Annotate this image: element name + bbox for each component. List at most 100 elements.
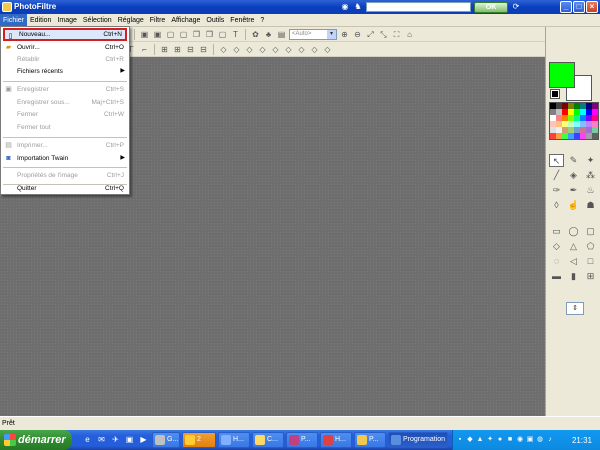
ellipse-icon[interactable]: ◯ xyxy=(566,225,581,238)
chevron-down-icon[interactable]: ▾ xyxy=(327,29,336,39)
menu-fenetre[interactable]: Fenêtre xyxy=(227,14,257,27)
grid-icon[interactable]: ⊞ xyxy=(583,270,598,283)
tray-icon[interactable]: ▲ xyxy=(476,436,484,444)
refresh-icon[interactable]: ⟳ xyxy=(511,2,521,12)
paint-icon[interactable]: ♣ xyxy=(263,29,274,40)
window-icon[interactable]: ▤ xyxy=(276,29,287,40)
noise-icon[interactable]: ◇ xyxy=(283,44,294,55)
transparency-icon[interactable]: ❐ xyxy=(204,29,215,40)
command-field[interactable] xyxy=(366,2,471,12)
volume-icon[interactable]: ♪ xyxy=(546,436,554,444)
rounded-rect-icon[interactable]: ▢ xyxy=(583,225,598,238)
menu-affichage[interactable]: Affichage xyxy=(168,14,203,27)
image-size-icon[interactable]: ▣ xyxy=(139,29,150,40)
drop-blur-icon[interactable]: ◇ xyxy=(257,44,268,55)
run-icon[interactable]: ♞ xyxy=(353,2,363,12)
task-button[interactable]: H... xyxy=(320,432,352,448)
menu-item-enregistrer[interactable]: ▣ Enregistrer Ctrl+S xyxy=(3,83,127,96)
mirror-icon[interactable]: ⊟ xyxy=(185,44,196,55)
relief-icon[interactable]: ◇ xyxy=(309,44,320,55)
tray-icon[interactable]: ▣ xyxy=(526,436,534,444)
frame-icon[interactable]: ▢ xyxy=(165,29,176,40)
advanced-brush-icon[interactable]: ✒ xyxy=(566,184,581,197)
full-screen-icon[interactable]: ⛶ xyxy=(391,29,402,40)
menu-outils[interactable]: Outils xyxy=(203,14,227,27)
task-button[interactable]: G... xyxy=(152,432,180,448)
color-palette[interactable] xyxy=(549,102,599,140)
menu-item-fichiers-recents[interactable]: Fichiers récents ▶ xyxy=(3,65,127,78)
menu-item-imprimer[interactable]: ▤ Imprimer... Ctrl+P xyxy=(3,139,127,152)
maximize-button[interactable]: □ xyxy=(573,1,585,13)
emboss-icon[interactable]: ◇ xyxy=(296,44,307,55)
triangle-icon[interactable]: △ xyxy=(566,240,581,253)
menu-edition[interactable]: Edition xyxy=(27,14,54,27)
media-icon[interactable]: ▶ xyxy=(138,434,149,445)
copy-image-icon[interactable]: ❐ xyxy=(191,29,202,40)
tray-icon[interactable]: ● xyxy=(496,436,504,444)
zoom-out-icon[interactable]: ⊖ xyxy=(352,29,363,40)
filter-icon[interactable]: ✿ xyxy=(250,29,261,40)
close-button[interactable]: × xyxy=(586,1,598,13)
free-polygon-icon[interactable]: ◁ xyxy=(566,255,581,268)
crop-icon[interactable]: ▢ xyxy=(178,29,189,40)
minimize-button[interactable]: _ xyxy=(560,1,572,13)
menu-item-proprietes[interactable]: Propriétés de l'image Ctrl+J xyxy=(3,169,127,182)
task-button[interactable]: H... xyxy=(218,432,250,448)
color-swap-icon[interactable] xyxy=(550,89,560,99)
tray-icon[interactable]: ◍ xyxy=(536,436,544,444)
desktop-icon[interactable]: ▣ xyxy=(124,434,135,445)
menu-item-nouveau[interactable]: ▯ Nouveau... Ctrl+N xyxy=(3,28,127,41)
tray-icon[interactable]: ◆ xyxy=(466,436,474,444)
help-icon[interactable]: ◉ xyxy=(340,2,350,12)
tray-icon[interactable]: ✦ xyxy=(486,436,494,444)
brush-icon[interactable]: ✑ xyxy=(549,184,564,197)
finger-icon[interactable]: ☝ xyxy=(566,199,581,212)
edge-icon[interactable]: ◇ xyxy=(322,44,333,55)
tray-icon[interactable]: ▪ xyxy=(456,436,464,444)
menu-selection[interactable]: Sélection xyxy=(80,14,115,27)
rotate-icon[interactable]: ⊟ xyxy=(198,44,209,55)
zoom-combo[interactable]: <Auto> ▾ xyxy=(289,28,337,40)
rhombus-icon[interactable]: ◇ xyxy=(549,240,564,253)
line-icon[interactable]: ╱ xyxy=(549,169,564,182)
fill-bucket-icon[interactable]: ◈ xyxy=(566,169,581,182)
flip-h-icon[interactable]: ⊞ xyxy=(159,44,170,55)
canvas-size-icon[interactable]: ▣ xyxy=(152,29,163,40)
rotate-right-icon[interactable]: ⌐ xyxy=(139,44,150,55)
start-button[interactable]: démarrer xyxy=(0,430,72,450)
text-icon[interactable]: T xyxy=(230,29,241,40)
soften-icon[interactable]: ◇ xyxy=(244,44,255,55)
stamp-icon[interactable]: ☗ xyxy=(583,199,598,212)
blur-icon[interactable]: ◇ xyxy=(218,44,229,55)
tray-icon[interactable]: ◉ xyxy=(516,436,524,444)
task-button[interactable]: C... xyxy=(252,432,284,448)
menu-filtre[interactable]: Filtre xyxy=(147,14,169,27)
magic-wand-icon[interactable]: ✦ xyxy=(583,154,598,167)
ok-button[interactable]: OK xyxy=(474,1,508,13)
polygon-icon[interactable]: ⬠ xyxy=(583,240,598,253)
square-icon[interactable]: □ xyxy=(583,255,598,268)
fit-window-icon[interactable]: ⤢ xyxy=(365,29,376,40)
menu-image[interactable]: Image xyxy=(54,14,79,27)
actual-size-icon[interactable]: ⤡ xyxy=(378,29,389,40)
menu-fichier[interactable]: Fichier xyxy=(0,13,28,27)
foreground-color-swatch[interactable] xyxy=(549,62,575,88)
tray-icon[interactable]: ■ xyxy=(506,436,514,444)
task-button[interactable]: P... xyxy=(286,432,318,448)
shadow-icon[interactable]: ▢ xyxy=(217,29,228,40)
lasso-icon[interactable]: ◌ xyxy=(549,255,564,268)
messenger-icon[interactable]: ✉ xyxy=(96,434,107,445)
blur-drop-icon[interactable]: ◊ xyxy=(549,199,564,212)
menu-item-fermer-tout[interactable]: Fermer tout xyxy=(3,121,127,134)
horizontal-line-icon[interactable]: ▬ xyxy=(549,270,564,283)
slideshow-icon[interactable]: ⌂ xyxy=(404,29,415,40)
menu-item-fermer[interactable]: Fermer Ctrl+W xyxy=(3,108,127,121)
vertical-line-icon[interactable]: ▮ xyxy=(566,270,581,283)
menu-item-importation-twain[interactable]: ◙ Importation Twain ▶ xyxy=(3,152,127,165)
eyedropper-icon[interactable]: ✎ xyxy=(566,154,581,167)
tool-option-stepper[interactable]: ⇕ xyxy=(566,302,584,315)
browser-icon[interactable]: e xyxy=(82,434,93,445)
task-button[interactable]: P... xyxy=(354,432,386,448)
menu-reglage[interactable]: Réglage xyxy=(115,14,147,27)
drop-sharpen-icon[interactable]: ◇ xyxy=(270,44,281,55)
